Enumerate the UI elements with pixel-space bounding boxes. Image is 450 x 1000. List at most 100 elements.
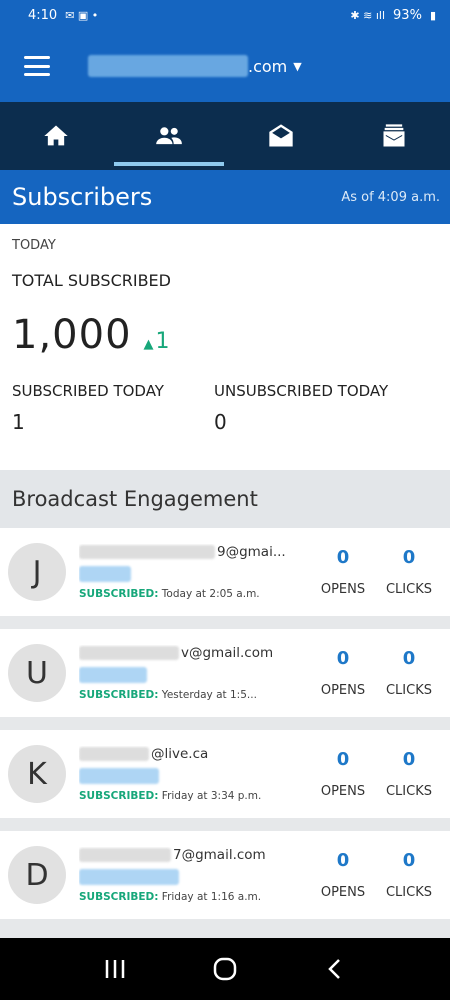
notification-icon: ✉ ▣ •	[65, 8, 99, 22]
open-envelope-icon	[269, 124, 293, 147]
opens-metric[interactable]: 0 OPENS	[310, 749, 376, 799]
subscriber-email: @live.ca	[79, 746, 310, 762]
opens-metric[interactable]: 0 OPENS	[310, 648, 376, 698]
redacted-account-name	[88, 55, 248, 77]
email-suffix: @live.ca	[151, 746, 209, 762]
today-label: TODAY	[12, 238, 56, 253]
subscribed-time: Friday at 1:16 a.m.	[161, 891, 262, 903]
opens-metric[interactable]: 0 OPENS	[310, 850, 376, 900]
opens-count: 0	[336, 648, 350, 669]
battery-level: 93%	[393, 7, 422, 23]
unsubscribed-today-label: UNSUBSCRIBED TODAY	[214, 382, 389, 400]
redacted-subscriber-name	[79, 869, 179, 885]
unsubscribed-today-value: 0	[214, 410, 227, 434]
opens-count: 0	[336, 547, 350, 568]
redacted-email	[79, 848, 171, 862]
subscribed-time: Today at 2:05 a.m.	[161, 588, 260, 600]
redacted-subscriber-name	[79, 667, 147, 683]
redacted-email	[79, 747, 149, 761]
total-delta: ▲1	[144, 329, 170, 354]
opens-label: OPENS	[320, 885, 366, 900]
redacted-subscriber-name	[79, 566, 131, 582]
clicks-metric[interactable]: 0 CLICKS	[376, 749, 442, 799]
clicks-count: 0	[402, 850, 416, 871]
redacted-email	[79, 545, 215, 559]
email-suffix: v@gmail.com	[181, 645, 274, 661]
subscribed-tag: SUBSCRIBED:	[79, 891, 159, 903]
recent-apps-button[interactable]	[95, 949, 135, 989]
inbox-icon	[383, 124, 405, 147]
signal-icon: ✱ ≋ ıll	[350, 8, 386, 22]
app-bar: .com ▼	[0, 30, 450, 102]
opens-metric[interactable]: 0 OPENS	[310, 547, 376, 597]
status-bar: 4:10 ✉ ▣ • ✱ ≋ ıll 93% ▮	[0, 0, 450, 30]
clicks-label: CLICKS	[385, 784, 432, 799]
unsubscribed-today-stat: UNSUBSCRIBED TODAY 0	[214, 382, 416, 434]
subscriber-email: 7@gmail.com	[79, 847, 310, 863]
menu-icon[interactable]	[24, 56, 50, 76]
opens-count: 0	[336, 850, 350, 871]
subscribed-today-value: 1	[12, 410, 25, 434]
home-circle-icon	[213, 957, 237, 981]
total-subscribed-value: 1,000	[12, 312, 132, 358]
back-button[interactable]	[315, 949, 355, 989]
subscribed-today-label: SUBSCRIBED TODAY	[12, 382, 164, 400]
home-button[interactable]	[205, 949, 245, 989]
avatar: U	[8, 644, 66, 702]
home-icon	[44, 125, 68, 146]
subscribed-time: Yesterday at 1:5...	[161, 689, 257, 701]
email-suffix: 7@gmail.com	[173, 847, 266, 863]
subscriber-card[interactable]: K @live.ca SUBSCRIBED: Friday at 3:34 p.…	[0, 730, 450, 818]
subscribed-tag: SUBSCRIBED:	[79, 790, 159, 802]
tab-inbox[interactable]	[338, 102, 450, 170]
subscriber-email: v@gmail.com	[79, 645, 310, 661]
page-title: Subscribers	[12, 183, 153, 211]
redacted-email	[79, 646, 179, 660]
as-of-timestamp: As of 4:09 a.m.	[341, 189, 440, 205]
total-delta-value: 1	[155, 329, 170, 354]
subscriber-card[interactable]: J 9@gmai... SUBSCRIBED: Today at 2:05 a.…	[0, 528, 450, 616]
broadcast-engagement-header: Broadcast Engagement	[0, 470, 450, 528]
clicks-count: 0	[402, 547, 416, 568]
chevron-down-icon: ▼	[293, 59, 302, 73]
subscriber-email: 9@gmai...	[79, 544, 310, 560]
subscriber-card[interactable]: U v@gmail.com SUBSCRIBED: Yesterday at 1…	[0, 629, 450, 717]
status-time: 4:10	[28, 7, 58, 23]
clicks-metric[interactable]: 0 CLICKS	[376, 648, 442, 698]
people-icon	[155, 127, 182, 145]
clicks-count: 0	[402, 648, 416, 669]
subscribers-header: Subscribers As of 4:09 a.m.	[0, 170, 450, 224]
total-subscribed-label: TOTAL SUBSCRIBED	[12, 271, 171, 290]
opens-count: 0	[336, 749, 350, 770]
back-chevron-icon	[328, 959, 340, 979]
clicks-metric[interactable]: 0 CLICKS	[376, 547, 442, 597]
up-arrow-icon: ▲	[143, 337, 154, 352]
tab-broadcasts[interactable]	[225, 102, 338, 170]
tab-home[interactable]	[0, 102, 113, 170]
clicks-label: CLICKS	[385, 683, 432, 698]
opens-label: OPENS	[320, 582, 366, 597]
subscriber-card[interactable]: D 7@gmail.com SUBSCRIBED: Friday at 1:16…	[0, 831, 450, 919]
subscriber-summary: TODAY TOTAL SUBSCRIBED 1,000 ▲1 SUBSCRIB…	[0, 224, 450, 470]
avatar: J	[8, 543, 66, 601]
subscribed-tag: SUBSCRIBED:	[79, 588, 159, 600]
clicks-count: 0	[402, 749, 416, 770]
account-selector[interactable]: .com ▼	[88, 55, 302, 77]
account-suffix: .com	[248, 56, 288, 76]
tab-subscribers[interactable]	[113, 102, 226, 170]
system-nav-bar	[0, 938, 450, 1000]
subscribed-today-stat: SUBSCRIBED TODAY 1	[12, 382, 214, 434]
recent-apps-icon	[105, 960, 125, 978]
redacted-subscriber-name	[79, 768, 159, 784]
email-suffix: 9@gmai...	[217, 544, 286, 560]
clicks-label: CLICKS	[385, 885, 432, 900]
opens-label: OPENS	[320, 683, 366, 698]
battery-icon: ▮	[429, 8, 436, 22]
tab-bar	[0, 102, 450, 170]
clicks-metric[interactable]: 0 CLICKS	[376, 850, 442, 900]
avatar: K	[8, 745, 66, 803]
subscribed-time: Friday at 3:34 p.m.	[161, 790, 262, 802]
opens-label: OPENS	[320, 784, 366, 799]
clicks-label: CLICKS	[385, 582, 432, 597]
subscribed-tag: SUBSCRIBED:	[79, 689, 159, 701]
